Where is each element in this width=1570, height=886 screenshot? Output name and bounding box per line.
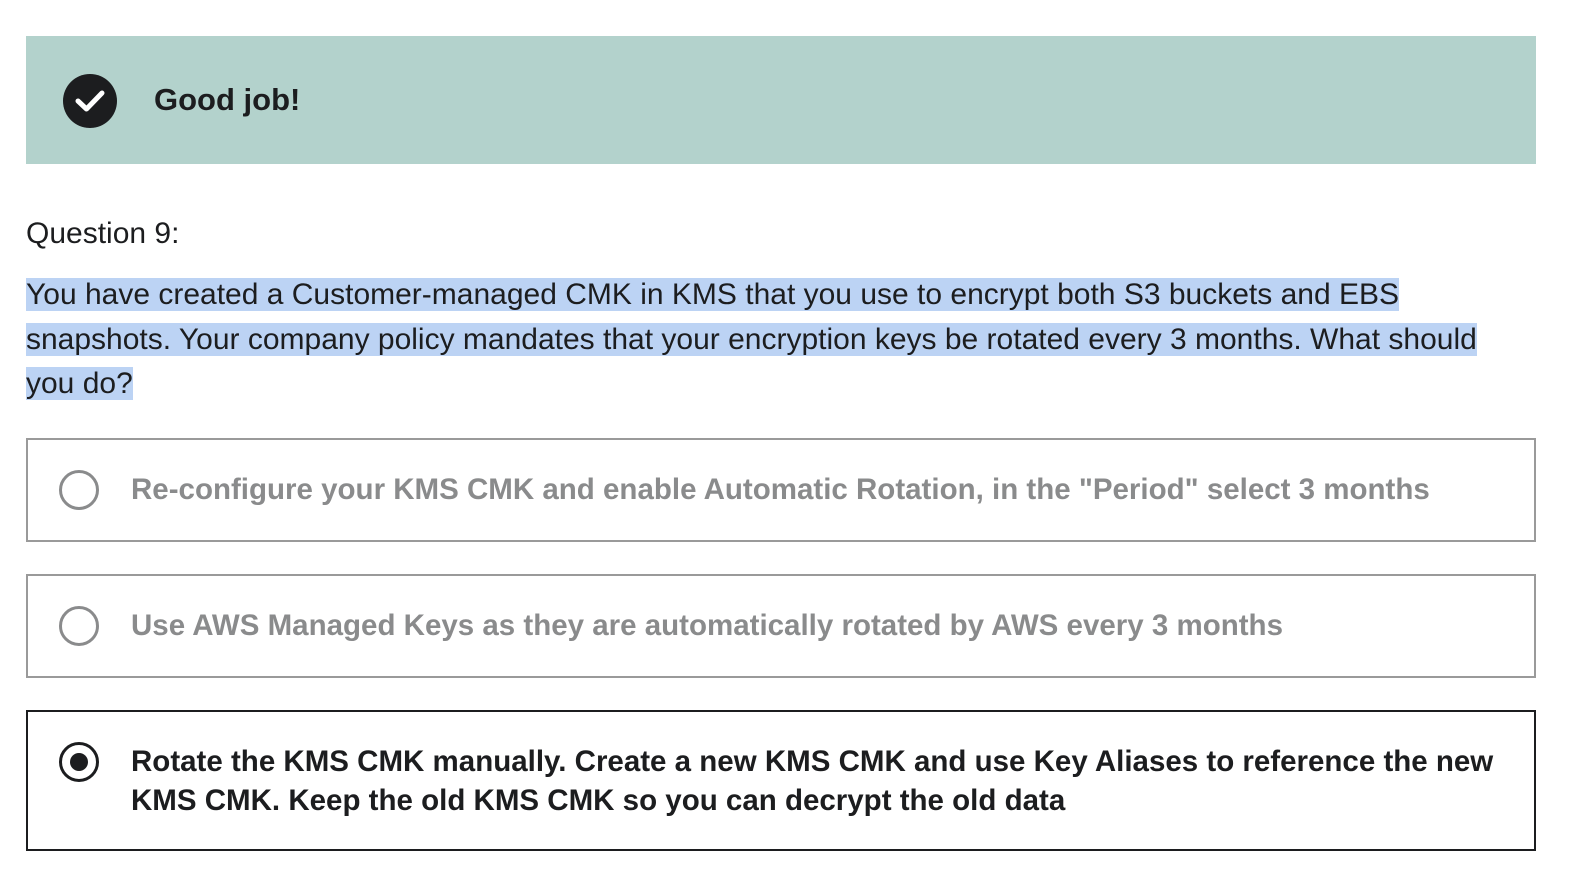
radio-dot — [70, 753, 88, 771]
answer-option-label: Re-configure your KMS CMK and enable Aut… — [131, 473, 1430, 506]
answer-option-2[interactable]: Use AWS Managed Keys as they are automat… — [26, 574, 1536, 678]
check-circle-icon — [63, 74, 117, 128]
answer-option-1[interactable]: Re-configure your KMS CMK and enable Aut… — [26, 438, 1536, 542]
answer-option-label: Use AWS Managed Keys as they are automat… — [131, 609, 1283, 642]
radio-button-selected-icon[interactable] — [59, 742, 99, 782]
question-prompt: You have created a Customer-managed CMK … — [26, 273, 1496, 407]
checkmark-icon — [75, 90, 105, 112]
question-number: Question 9: — [26, 217, 180, 250]
radio-button-icon[interactable] — [59, 606, 99, 646]
banner-message: Good job! — [154, 82, 301, 117]
radio-button-icon[interactable] — [59, 470, 99, 510]
answer-option-label: Rotate the KMS CMK manually. Create a ne… — [131, 745, 1494, 817]
answer-option-3[interactable]: Rotate the KMS CMK manually. Create a ne… — [26, 710, 1536, 851]
question-prompt-text: You have created a Customer-managed CMK … — [26, 278, 1477, 400]
